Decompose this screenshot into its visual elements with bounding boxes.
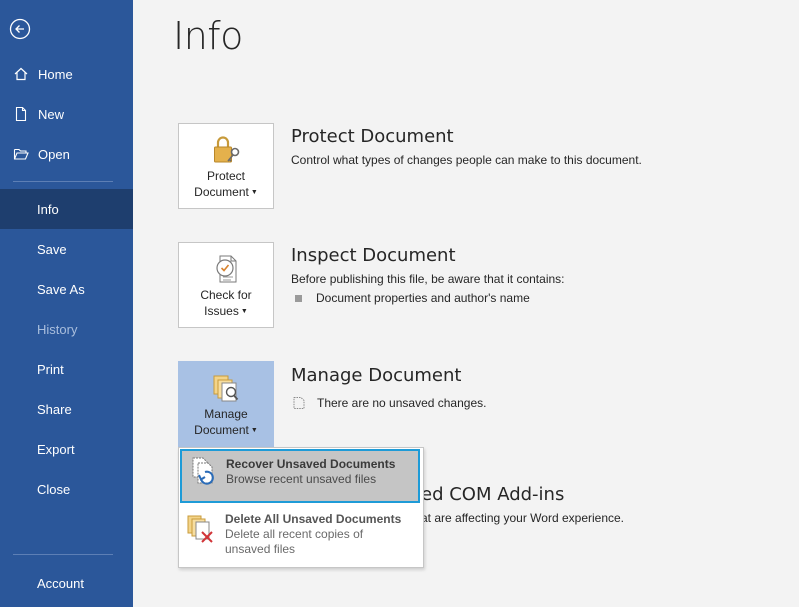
inspect-bullet-text: Document properties and author's name [316,291,530,305]
sidebar-item-label: Share [37,401,72,417]
sidebar-item-label: History [37,321,78,337]
page-title: Info [173,14,243,58]
recover-unsaved-documents-item[interactable]: Recover Unsaved Documents Browse recent … [180,449,420,503]
sidebar-item-save[interactable]: Save [0,229,133,269]
inspect-heading: Inspect Document [291,245,456,266]
back-button[interactable] [9,18,31,40]
sidebar-divider [13,554,113,555]
manage-document-menu: Recover Unsaved Documents Browse recent … [178,447,424,568]
protect-document-button[interactable]: Protect Document ▼ [178,123,274,209]
protect-heading: Protect Document [291,126,454,147]
sidebar-item-close[interactable]: Close [0,469,133,509]
check-for-issues-button[interactable]: Check for Issues ▼ [178,242,274,328]
sidebar-item-share[interactable]: Share [0,389,133,429]
sidebar-item-label: Home [38,66,73,82]
sidebar-item-new[interactable]: New [0,94,133,134]
sidebar-item-label: Print [37,361,64,377]
open-folder-icon [13,146,29,162]
chevron-down-icon: ▼ [250,427,258,434]
lock-icon [208,134,244,166]
delete-item-title: Delete All Unsaved Documents [225,512,402,526]
sidebar-item-label: Save [37,241,67,257]
recover-icon [192,457,214,485]
protect-description: Control what types of changes people can… [291,153,642,167]
back-arrow-icon [9,18,31,40]
protect-button-label-2: Document [194,185,249,199]
manage-status: There are no unsaved changes. [292,396,486,410]
sidebar-item-label: Open [38,146,70,162]
sidebar-item-home[interactable]: Home [0,54,133,94]
com-addins-heading: ed COM Add-ins [421,484,565,505]
sidebar-item-open[interactable]: Open [0,134,133,174]
check-doc-icon [208,253,244,285]
sidebar-item-label: Export [37,441,75,457]
sidebar-item-label: Close [37,481,71,497]
sidebar-item-label: Info [37,201,59,217]
new-doc-icon [13,106,29,122]
recover-item-subtitle: Browse recent unsaved files [226,472,377,486]
protect-button-label-1: Protect [206,169,245,183]
inspect-bullet: Document properties and author's name [295,291,530,305]
sidebar-item-label: Save As [37,281,85,297]
delete-docs-icon [187,515,213,543]
com-addins-description: at are affecting your Word experience. [421,511,625,525]
sidebar-item-info[interactable]: Info [0,189,133,229]
chevron-down-icon: ▼ [240,308,248,315]
delete-item-subtitle-2: unsaved files [225,542,296,556]
backstage-sidebar: Home New Open Info Save Save As History … [0,0,133,607]
manage-document-button[interactable]: Manage Document ▼ [178,361,274,447]
manage-doc-icon [208,372,244,404]
sidebar-item-label: New [38,106,65,122]
manage-button-label-1: Manage [204,407,248,421]
chevron-down-icon: ▼ [250,189,258,196]
bullet-icon [295,294,302,302]
sidebar-item-label: Account [37,575,84,591]
check-button-label-2: Issues [204,304,239,318]
recover-item-title: Recover Unsaved Documents [226,457,396,471]
delete-item-subtitle-1: Delete all recent copies of [225,527,364,541]
sidebar-item-history: History [0,309,133,349]
sidebar-divider [13,181,113,182]
manage-status-text: There are no unsaved changes. [317,396,487,410]
check-button-label-1: Check for [200,288,252,302]
delete-all-unsaved-documents-item[interactable]: Delete All Unsaved Documents Delete all … [179,506,423,557]
manage-button-label-2: Document [194,423,249,437]
inspect-description: Before publishing this file, be aware th… [291,272,565,286]
manage-heading: Manage Document [291,365,462,386]
sidebar-item-account[interactable]: Account [0,563,133,603]
sidebar-item-save-as[interactable]: Save As [0,269,133,309]
sidebar-item-export[interactable]: Export [0,429,133,469]
home-icon [13,66,29,82]
doc-outline-icon [293,397,305,409]
sidebar-item-print[interactable]: Print [0,349,133,389]
